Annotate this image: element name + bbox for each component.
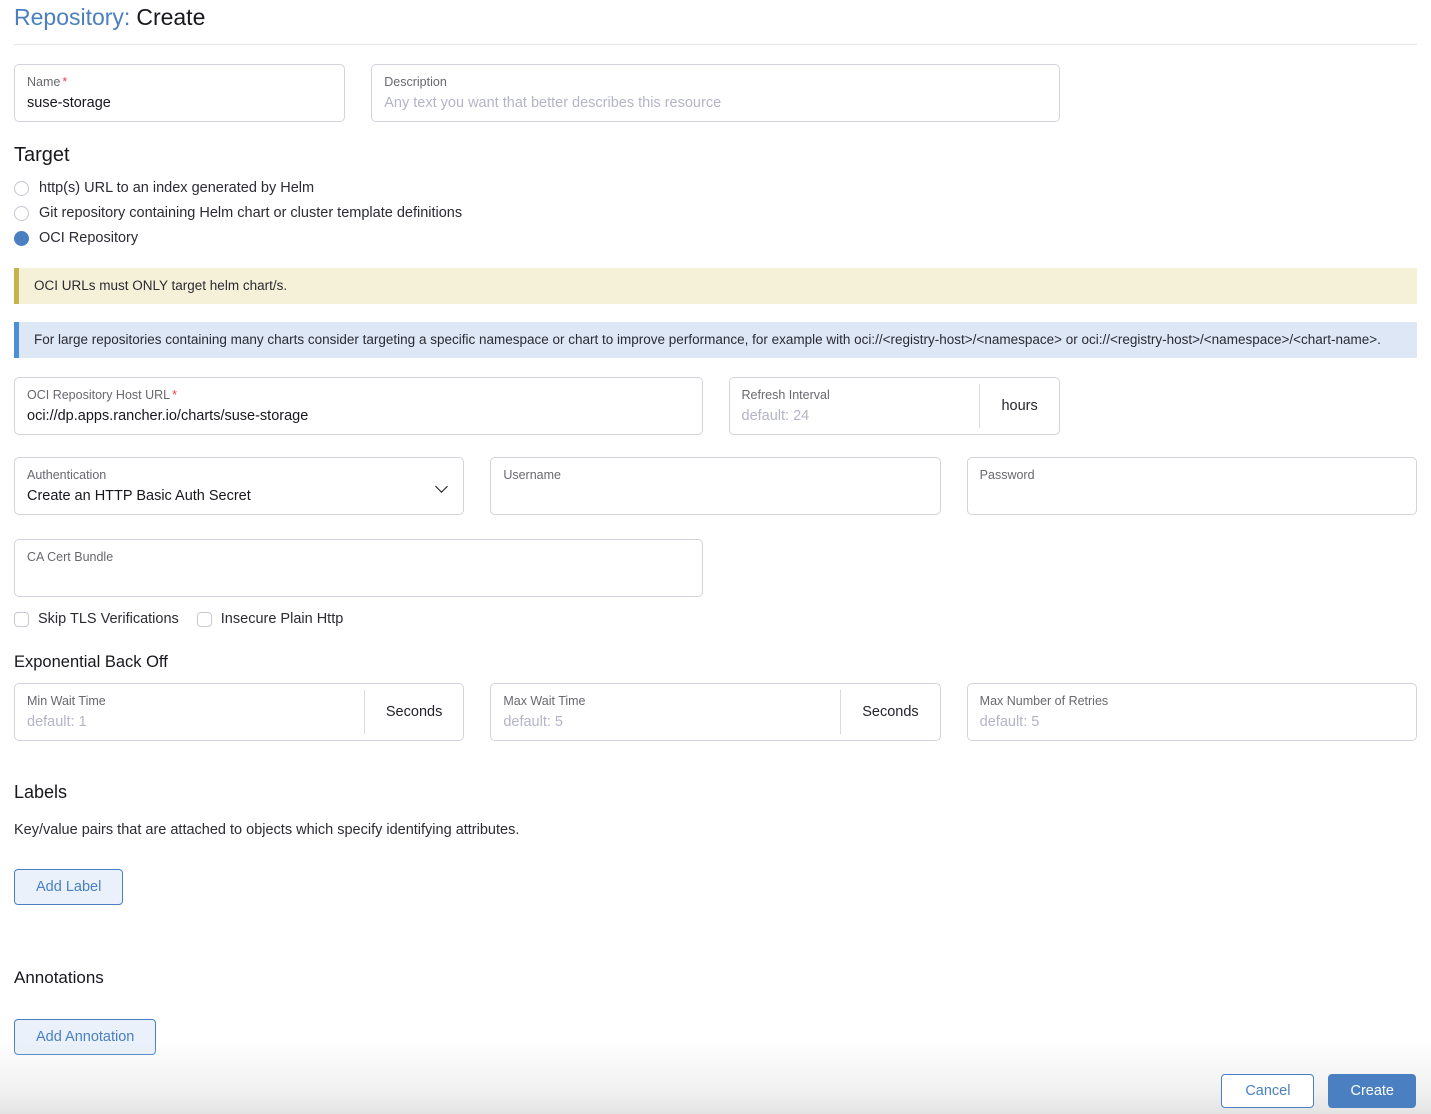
username-input[interactable]	[503, 483, 927, 504]
repository-create-page: Repository:Create Name* Description Targ…	[0, 0, 1431, 1055]
refresh-interval-unit: hours	[979, 384, 1058, 428]
authentication-label: Authentication	[27, 467, 451, 483]
min-wait-field[interactable]: Min Wait Time Seconds	[14, 683, 464, 741]
max-wait-label: Max Wait Time	[503, 693, 828, 709]
skip-tls-checkbox-item[interactable]: Skip TLS Verifications	[14, 611, 179, 627]
refresh-interval-main: Refresh Interval	[730, 378, 980, 434]
annotations-heading: Annotations	[14, 968, 1417, 988]
password-input[interactable]	[980, 483, 1404, 504]
target-option-http[interactable]: http(s) URL to an index generated by Hel…	[14, 180, 1417, 196]
tls-options-row: Skip TLS Verifications Insecure Plain Ht…	[14, 611, 1417, 627]
description-input[interactable]	[384, 90, 1047, 111]
max-wait-main: Max Wait Time	[491, 684, 840, 740]
name-label: Name*	[27, 74, 332, 90]
add-label-button[interactable]: Add Label	[14, 869, 123, 905]
ca-cert-label: CA Cert Bundle	[27, 549, 690, 565]
min-wait-main: Min Wait Time	[15, 684, 364, 740]
cancel-button[interactable]: Cancel	[1221, 1074, 1314, 1108]
required-asterisk: *	[172, 388, 177, 402]
username-field[interactable]: Username	[490, 457, 940, 515]
authentication-select[interactable]: Authentication Create an HTTP Basic Auth…	[14, 457, 464, 515]
checkbox-label: Insecure Plain Http	[221, 611, 344, 627]
max-wait-unit: Seconds	[840, 690, 939, 734]
insecure-http-checkbox-item[interactable]: Insecure Plain Http	[197, 611, 344, 627]
name-field[interactable]: Name*	[14, 64, 345, 122]
min-wait-unit: Seconds	[364, 690, 463, 734]
username-label: Username	[503, 467, 927, 483]
max-wait-field[interactable]: Max Wait Time Seconds	[490, 683, 940, 741]
target-option-git[interactable]: Git repository containing Helm chart or …	[14, 205, 1417, 221]
required-asterisk: *	[62, 75, 67, 89]
oci-url-label: OCI Repository Host URL*	[27, 387, 690, 403]
target-option-oci[interactable]: OCI Repository	[14, 230, 1417, 246]
description-field[interactable]: Description	[371, 64, 1060, 122]
labels-description: Key/value pairs that are attached to obj…	[14, 822, 1417, 838]
page-title: Repository:Create	[14, 4, 1417, 31]
password-field[interactable]: Password	[967, 457, 1417, 515]
warning-banner: OCI URLs must ONLY target helm chart/s.	[14, 268, 1417, 304]
radio-button-icon[interactable]	[14, 231, 29, 246]
page-title-resource: Repository:	[14, 4, 130, 30]
form-footer: Cancel Create	[0, 1042, 1431, 1114]
radio-button-icon[interactable]	[14, 206, 29, 221]
backoff-heading: Exponential Back Off	[14, 653, 1417, 672]
row-backoff: Min Wait Time Seconds Max Wait Time Seco…	[14, 683, 1417, 741]
checkbox-icon[interactable]	[197, 612, 212, 627]
min-wait-label: Min Wait Time	[27, 693, 352, 709]
oci-url-input[interactable]	[27, 403, 690, 424]
ca-cert-field[interactable]: CA Cert Bundle	[14, 539, 703, 597]
page-header: Repository:Create	[14, 2, 1417, 45]
refresh-interval-label: Refresh Interval	[742, 387, 968, 403]
labels-heading: Labels	[14, 782, 1417, 803]
checkbox-label: Skip TLS Verifications	[38, 611, 179, 627]
row-ca-cert: CA Cert Bundle	[14, 539, 1417, 597]
row-name-description: Name* Description	[14, 64, 1417, 122]
max-retries-label: Max Number of Retries	[980, 693, 1404, 709]
name-input[interactable]	[27, 90, 332, 111]
password-label: Password	[980, 467, 1404, 483]
radio-label: http(s) URL to an index generated by Hel…	[39, 180, 314, 196]
description-label: Description	[384, 74, 1047, 90]
oci-url-field[interactable]: OCI Repository Host URL*	[14, 377, 703, 435]
refresh-interval-input[interactable]	[742, 403, 968, 424]
create-button[interactable]: Create	[1328, 1074, 1416, 1108]
row-oci-url: OCI Repository Host URL* Refresh Interva…	[14, 377, 1417, 435]
radio-label: OCI Repository	[39, 230, 138, 246]
min-wait-input[interactable]	[27, 709, 352, 730]
max-retries-input[interactable]	[980, 709, 1404, 730]
page-title-action: Create	[136, 4, 205, 30]
info-banner: For large repositories containing many c…	[14, 322, 1417, 358]
max-wait-input[interactable]	[503, 709, 828, 730]
target-heading: Target	[14, 144, 1417, 167]
row-authentication: Authentication Create an HTTP Basic Auth…	[14, 457, 1417, 515]
radio-label: Git repository containing Helm chart or …	[39, 205, 462, 221]
max-retries-field[interactable]: Max Number of Retries	[967, 683, 1417, 741]
radio-button-icon[interactable]	[14, 181, 29, 196]
ca-cert-input[interactable]	[27, 565, 690, 586]
authentication-value: Create an HTTP Basic Auth Secret	[27, 483, 451, 504]
refresh-interval-field[interactable]: Refresh Interval hours	[729, 377, 1060, 435]
checkbox-icon[interactable]	[14, 612, 29, 627]
